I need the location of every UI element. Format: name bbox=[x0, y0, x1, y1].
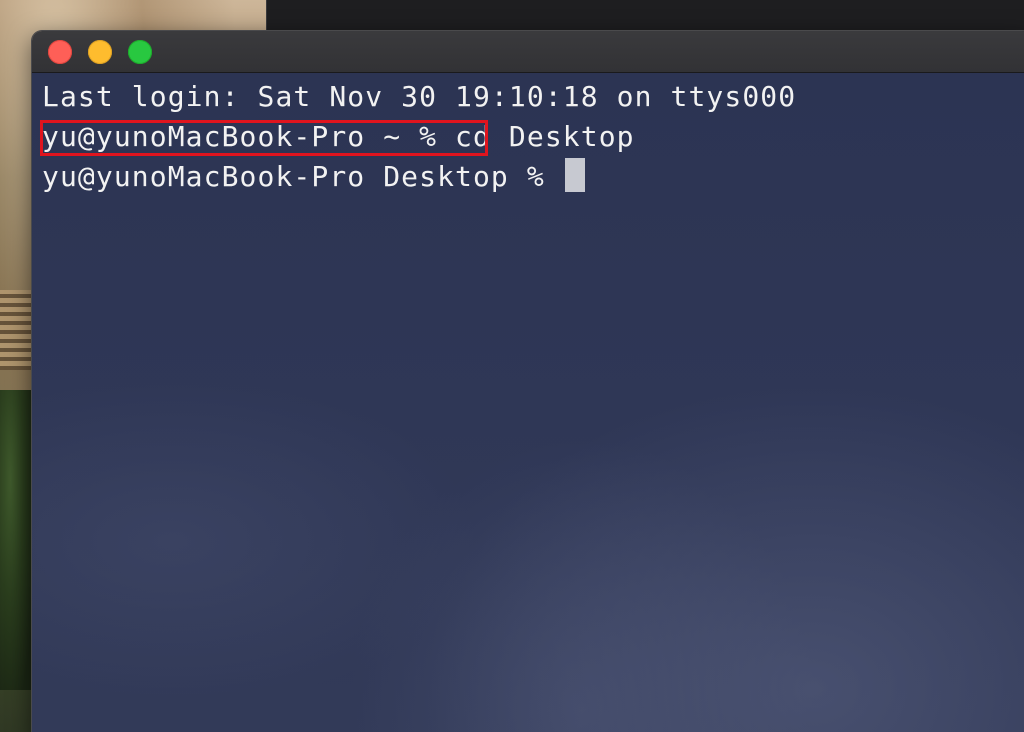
text-cursor bbox=[564, 158, 585, 192]
desktop: Last login: Sat Nov 30 19:10:18 on ttys0… bbox=[0, 0, 1024, 732]
maximize-button-icon[interactable] bbox=[128, 40, 152, 64]
minimize-button-icon[interactable] bbox=[88, 40, 112, 64]
terminal-window[interactable]: Last login: Sat Nov 30 19:10:18 on ttys0… bbox=[32, 31, 1024, 732]
wallpaper-building bbox=[0, 290, 34, 370]
prompt-highlight-box bbox=[40, 120, 488, 156]
prompt-desktop: yu@yunoMacBook-Pro Desktop % bbox=[42, 160, 563, 193]
last-login-line: Last login: Sat Nov 30 19:10:18 on ttys0… bbox=[42, 80, 797, 113]
close-button-icon[interactable] bbox=[48, 40, 72, 64]
terminal-content[interactable]: Last login: Sat Nov 30 19:10:18 on ttys0… bbox=[32, 73, 1024, 732]
command-line-2[interactable]: yu@yunoMacBook-Pro Desktop % bbox=[42, 157, 585, 197]
wallpaper-foliage bbox=[0, 390, 34, 690]
title-bar[interactable] bbox=[32, 31, 1024, 73]
